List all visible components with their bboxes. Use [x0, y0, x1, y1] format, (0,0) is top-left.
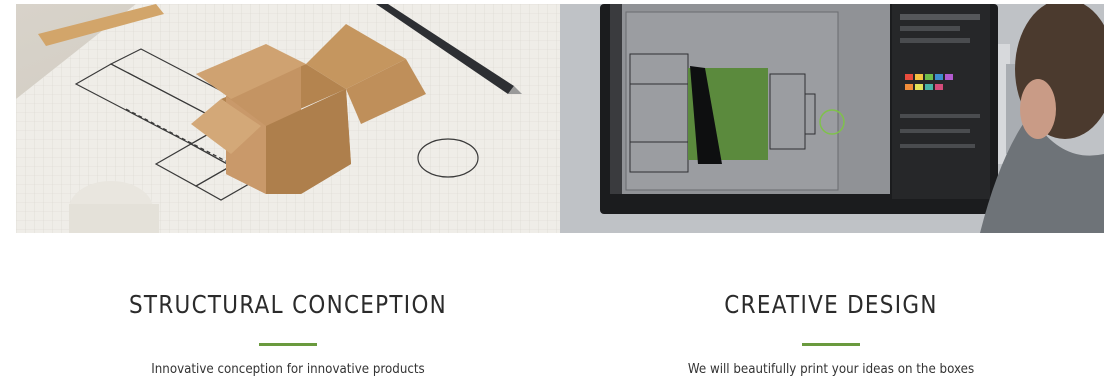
- accent-divider: [802, 343, 860, 346]
- structural-conception-photo: [16, 4, 560, 233]
- feature-description: We will beautifully print your ideas on …: [687, 361, 975, 377]
- feature-creative-design: CREATIVE DESIGN We will beautifully prin…: [551, 233, 1111, 380]
- hero-image-row: [16, 4, 1104, 233]
- feature-title: STRUCTURAL CONCEPTION: [128, 290, 448, 319]
- feature-structural-conception: STRUCTURAL CONCEPTION Innovative concept…: [8, 233, 568, 380]
- feature-description: Innovative conception for innovative pro…: [151, 361, 425, 377]
- features-section: STRUCTURAL CONCEPTION Innovative concept…: [0, 233, 1116, 380]
- creative-design-photo: [560, 4, 1104, 233]
- page: STRUCTURAL CONCEPTION Innovative concept…: [0, 0, 1116, 380]
- feature-title: CREATIVE DESIGN: [724, 290, 938, 319]
- accent-divider: [259, 343, 317, 346]
